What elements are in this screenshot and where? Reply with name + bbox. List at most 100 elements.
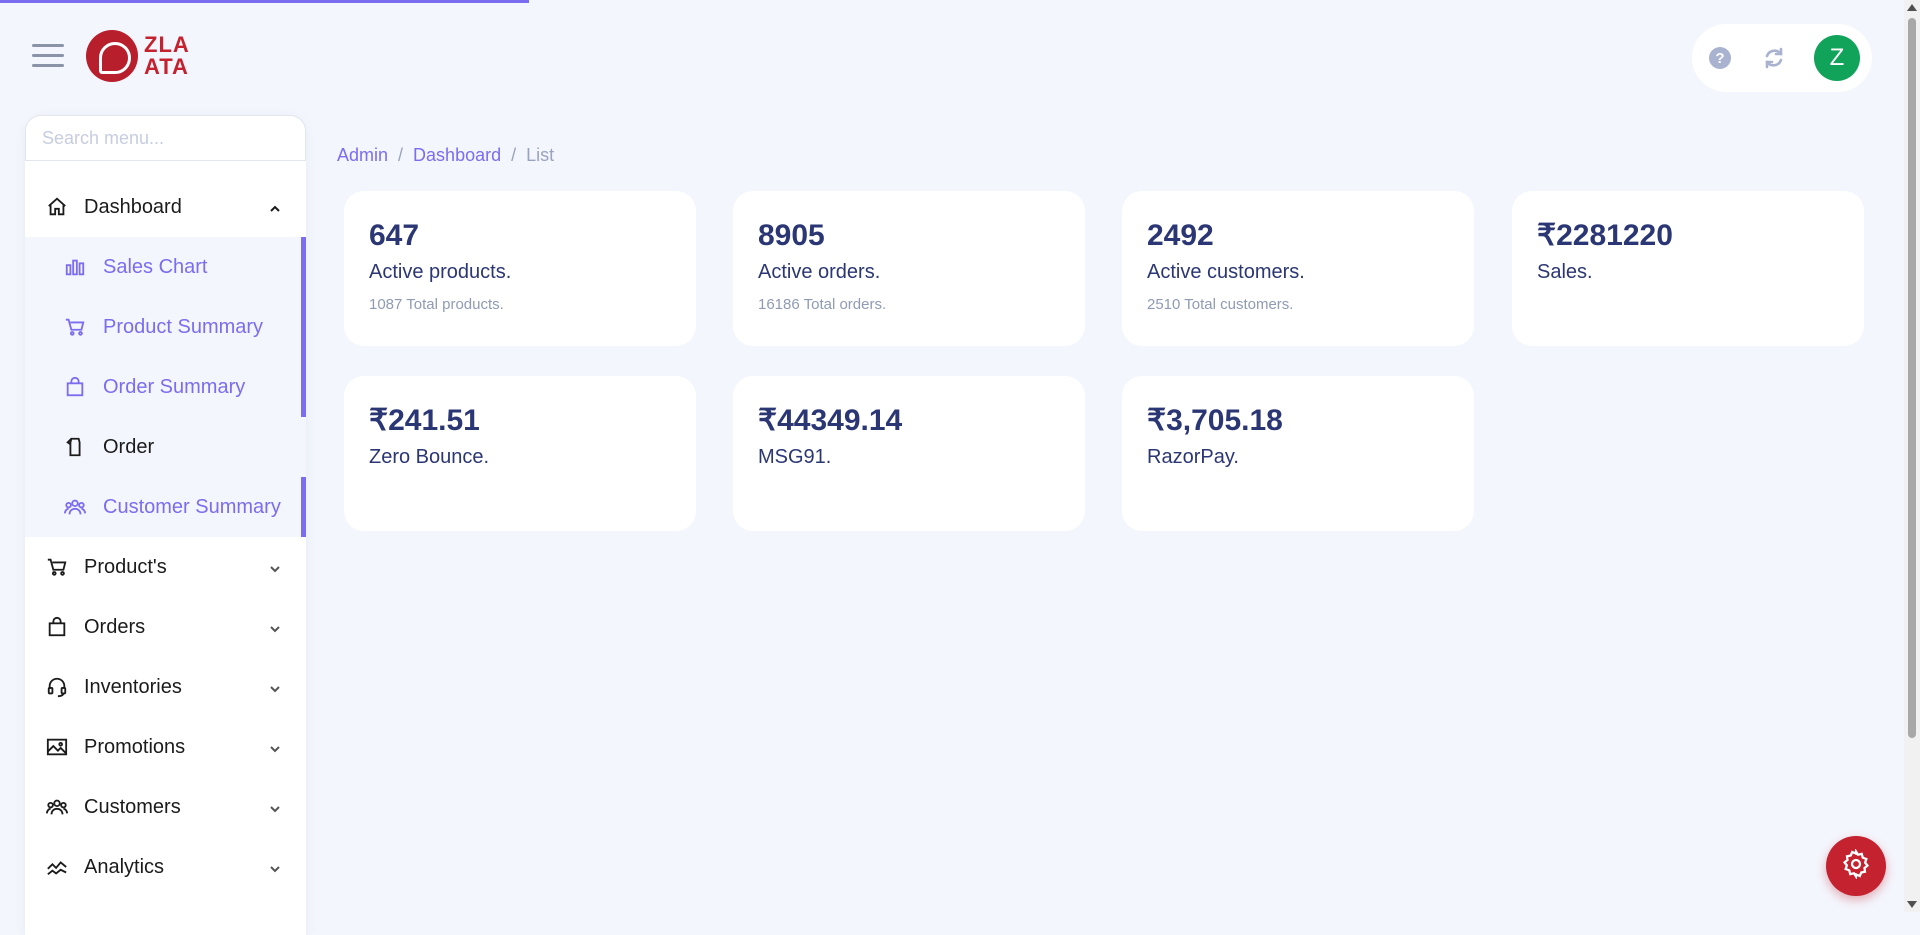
bar-chart-icon	[63, 255, 87, 279]
brand-logo[interactable]: ZLA ATA	[86, 30, 190, 82]
stat-value: ₹3,705.18	[1147, 404, 1283, 437]
sidebar-item-analytics[interactable]: Analytics	[25, 837, 306, 897]
chevron-down-icon	[268, 739, 282, 753]
stat-label: Zero Bounce.	[369, 446, 490, 468]
search-menu-input[interactable]	[25, 115, 306, 161]
svg-text:?: ?	[1715, 50, 1724, 67]
gear-icon	[1841, 847, 1871, 884]
bag-icon	[45, 615, 69, 639]
stat-label: Active orders.	[758, 261, 881, 283]
sidebar-item-label: Order	[103, 435, 155, 458]
stat-label: Sales.	[1537, 261, 1593, 283]
stat-value: ₹44349.14	[758, 404, 903, 437]
chevron-down-icon	[268, 619, 282, 633]
active-indicator	[301, 357, 306, 417]
sidebar-item-label: Analytics	[84, 855, 165, 878]
breadcrumb-admin-link[interactable]: Admin	[337, 145, 388, 165]
stat-label: Active products.	[369, 261, 512, 283]
stat-card-active-orders: 8905 Active orders. 16186 Total orders.	[733, 191, 1085, 346]
breadcrumb-dashboard-link[interactable]: Dashboard	[413, 145, 501, 165]
breadcrumb-separator: /	[398, 145, 404, 165]
settings-button[interactable]	[1826, 836, 1886, 896]
sidebar-item-customers[interactable]: Customers	[25, 777, 306, 837]
stat-label: MSG91.	[758, 446, 832, 468]
sidebar-item-sales-chart[interactable]: Sales Chart	[25, 237, 306, 297]
chevron-down-icon	[268, 559, 282, 573]
sidebar-item-orders[interactable]: Orders	[25, 597, 306, 657]
stat-subtext: 16186 Total orders.	[758, 296, 887, 313]
stat-value: ₹241.51	[369, 404, 480, 437]
chevron-down-icon	[268, 859, 282, 873]
stat-card-active-customers: 2492 Active customers. 2510 Total custom…	[1122, 191, 1474, 346]
stat-value: 647	[369, 219, 420, 252]
sidebar-item-customer-summary[interactable]: Customer Summary	[25, 477, 306, 537]
stat-value: ₹2281220	[1537, 219, 1673, 252]
sidebar-item-inventories[interactable]: Inventories	[25, 657, 306, 717]
sidebar-item-label: Promotions	[84, 735, 186, 758]
sidebar-item-product-summary[interactable]: Product Summary	[25, 297, 306, 357]
hamburger-line	[32, 44, 64, 47]
stat-card-msg91: ₹44349.14 MSG91.	[733, 376, 1085, 531]
chevron-down-icon	[268, 799, 282, 813]
home-icon	[45, 195, 69, 219]
dashboard-submenu: Sales Chart Product Summary Order Summar…	[25, 237, 306, 537]
cart-icon	[63, 315, 87, 339]
page-scrollbar[interactable]	[1904, 0, 1920, 912]
logo-text-line2: ATA	[144, 54, 189, 79]
user-avatar[interactable]: Z	[1814, 35, 1860, 81]
stat-label: Active customers.	[1147, 261, 1305, 283]
refresh-icon[interactable]	[1760, 44, 1788, 72]
stat-subtext: 2510 Total customers.	[1147, 296, 1294, 313]
help-icon[interactable]: ?	[1706, 44, 1734, 72]
sidebar-item-label: Product Summary	[103, 315, 264, 338]
sidebar-item-order-summary[interactable]: Order Summary	[25, 357, 306, 417]
hamburger-line	[32, 54, 64, 57]
users-icon	[45, 795, 69, 819]
users-icon	[63, 495, 87, 519]
chevron-up-icon	[268, 199, 282, 213]
avatar-letter: Z	[1829, 44, 1845, 71]
breadcrumb: Admin / Dashboard / List	[337, 145, 554, 166]
sidebar-item-label: Orders	[84, 615, 146, 638]
sidebar-item-dashboard[interactable]: Dashboard	[25, 177, 306, 237]
sidebar: Dashboard Sales Chart Product Summary	[25, 115, 306, 935]
chevron-down-icon	[268, 679, 282, 693]
bag-icon	[63, 375, 87, 399]
header-actions: ? Z	[1692, 24, 1872, 92]
sidebar-item-label: Product's	[84, 555, 167, 578]
sidebar-item-label: Customer Summary	[103, 495, 281, 518]
logo-text-line1: ZLA	[144, 32, 190, 57]
scrollbar-thumb[interactable]	[1908, 18, 1916, 738]
brand-emblem-icon	[86, 30, 138, 82]
active-indicator	[301, 237, 306, 297]
sidebar-menu: Dashboard Sales Chart Product Summary Or…	[25, 177, 306, 897]
image-icon	[45, 735, 69, 759]
scroll-down-arrow-icon[interactable]	[1907, 901, 1917, 908]
sidebar-item-label: Customers	[84, 795, 181, 818]
stat-subtext: 1087 Total products.	[369, 296, 504, 313]
breadcrumb-current: List	[526, 145, 555, 165]
stat-card-active-products: 647 Active products. 1087 Total products…	[344, 191, 696, 346]
stat-label: RazorPay.	[1147, 446, 1239, 468]
sidebar-item-products[interactable]: Product's	[25, 537, 306, 597]
breadcrumb-separator: /	[511, 145, 517, 165]
sidebar-item-label: Dashboard	[84, 195, 182, 218]
cart-icon	[45, 555, 69, 579]
stat-value: 2492	[1147, 219, 1214, 252]
sidebar-item-label: Order Summary	[103, 375, 246, 398]
page-loading-progress-bar	[0, 0, 529, 3]
sidebar-item-label: Inventories	[84, 675, 182, 698]
menu-toggle-button[interactable]	[32, 40, 64, 70]
sidebar-item-order[interactable]: Order	[25, 417, 306, 477]
trend-icon	[45, 855, 69, 879]
headset-icon	[45, 675, 69, 699]
active-indicator	[301, 477, 306, 537]
active-indicator	[301, 297, 306, 357]
stat-card-zero-bounce: ₹241.51 Zero Bounce.	[344, 376, 696, 531]
sidebar-item-promotions[interactable]: Promotions	[25, 717, 306, 777]
sidebar-item-label: Sales Chart	[103, 255, 208, 278]
stat-value: 8905	[758, 219, 825, 252]
hamburger-line	[32, 64, 64, 67]
scroll-up-arrow-icon[interactable]	[1907, 4, 1917, 11]
stat-card-sales: ₹2281220 Sales.	[1512, 191, 1864, 346]
